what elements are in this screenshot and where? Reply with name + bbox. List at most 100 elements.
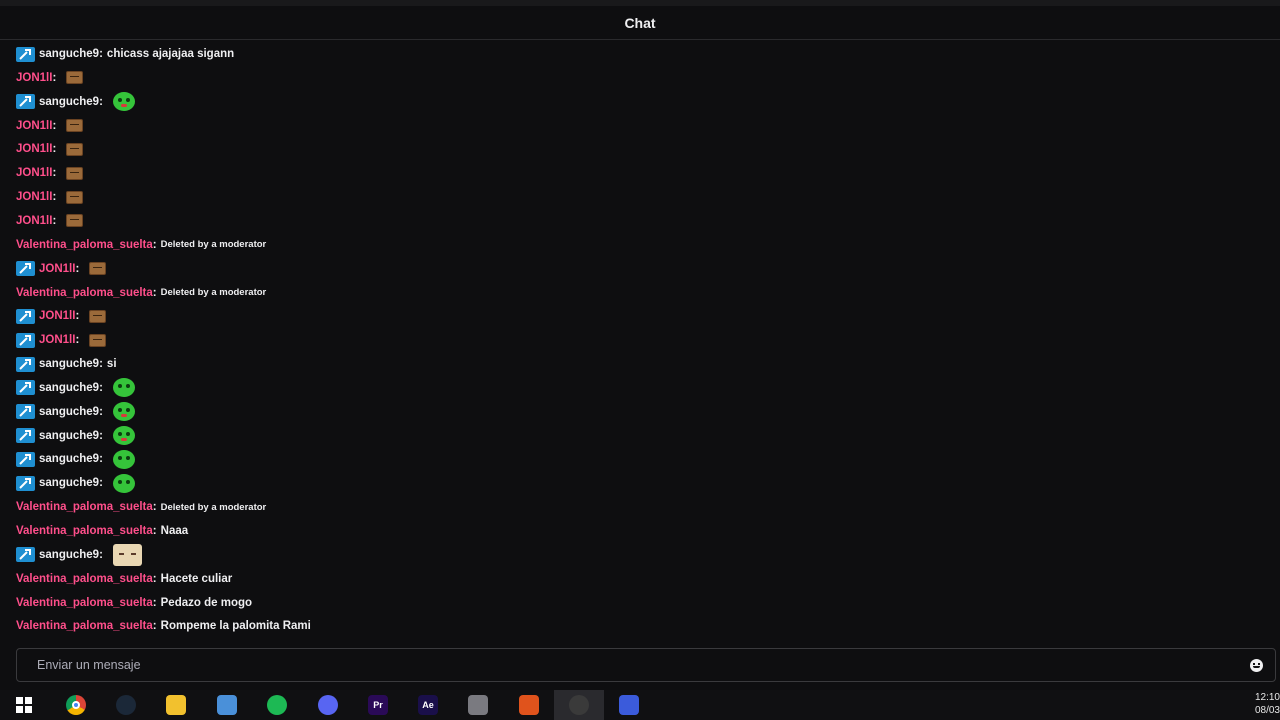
moderator-badge-icon[interactable] — [16, 332, 35, 348]
chat-username[interactable]: JON1lI — [16, 143, 52, 155]
chat-message: Valentina_paloma_suelta: Deleted by a mod… — [16, 234, 266, 256]
chat-header: Chat — [0, 6, 1280, 40]
deleted-message-notice: Deleted by a moderator — [160, 239, 267, 251]
chat-username[interactable]: Valentina_paloma_suelta — [16, 501, 153, 513]
chat-message: sanguche9: chicass ajajajaa sigann — [16, 43, 234, 65]
box-emote-icon[interactable] — [66, 142, 84, 156]
chat-username[interactable]: Valentina_paloma_suelta — [16, 620, 153, 632]
spotify-icon[interactable] — [267, 695, 287, 715]
frog-emote-icon[interactable] — [112, 473, 135, 493]
chat-colon: : — [152, 501, 157, 514]
chat-username[interactable]: sanguche9 — [39, 96, 99, 108]
chat-colon: : — [152, 620, 157, 633]
chat-colon: : — [52, 71, 57, 84]
chat-message-input[interactable] — [37, 658, 1227, 672]
chat-colon: : — [52, 167, 57, 180]
microphone-icon[interactable] — [519, 695, 539, 715]
chat-message: JON1lI: — [16, 210, 84, 232]
box-emote-icon[interactable] — [66, 119, 84, 133]
chat-message: Valentina_paloma_suelta: Pedazo de mogo — [16, 592, 252, 614]
chat-message: Valentina_paloma_suelta: Deleted by a mod… — [16, 282, 266, 304]
chat-username[interactable]: Valentina_paloma_suelta — [16, 287, 153, 299]
chat-colon: : — [99, 429, 103, 442]
chat-message-text: chicass ajajajaa sigann — [106, 48, 235, 60]
premiere-icon[interactable]: Pr — [368, 695, 388, 715]
chat-message: sanguche9: — [16, 425, 135, 447]
chat-username[interactable]: sanguche9 — [39, 453, 99, 465]
box-emote-icon[interactable] — [89, 309, 107, 323]
chat-username[interactable]: JON1lI — [16, 167, 52, 179]
chat-message: JON1lI: — [16, 115, 84, 137]
chat-message: Valentina_paloma_suelta: Rompeme la palom… — [16, 615, 311, 637]
chat-username[interactable]: Valentina_paloma_suelta — [16, 525, 153, 537]
chat-username[interactable]: JON1lI — [39, 310, 75, 322]
chat-username[interactable]: sanguche9 — [39, 358, 99, 370]
chat-colon: : — [99, 381, 103, 394]
chat-username[interactable]: Valentina_paloma_suelta — [16, 239, 153, 251]
chat-colon: : — [52, 191, 57, 204]
steam-icon[interactable] — [116, 695, 136, 715]
box-emote-icon[interactable] — [66, 190, 84, 204]
chat-message: sanguche9: — [16, 377, 135, 399]
chat-username[interactable]: JON1lI — [16, 120, 52, 132]
chat-message-text: si — [106, 358, 117, 371]
chat-username[interactable]: JON1lI — [39, 334, 75, 346]
chat-colon: : — [75, 262, 80, 275]
box-emote-icon[interactable] — [66, 166, 84, 180]
emote-picker-icon[interactable] — [1250, 659, 1263, 672]
chat-username[interactable]: JON1lI — [16, 72, 52, 84]
chat-username[interactable]: sanguche9 — [39, 406, 99, 418]
chat-username[interactable]: JON1lI — [16, 215, 52, 227]
moderator-badge-icon[interactable] — [16, 308, 35, 324]
moderator-badge-icon[interactable] — [16, 475, 35, 491]
chat-colon: : — [99, 405, 103, 418]
photos-icon[interactable] — [217, 695, 237, 715]
moderator-badge-icon[interactable] — [16, 451, 35, 467]
frog-emote-icon[interactable] — [112, 426, 135, 446]
chat-colon: : — [99, 358, 103, 371]
moderator-badge-icon[interactable] — [16, 547, 35, 563]
box-emote-icon[interactable] — [89, 333, 107, 347]
moderator-badge-icon[interactable] — [16, 428, 35, 444]
chat-message: JON1lI: — [16, 258, 107, 280]
windows-start-icon[interactable] — [14, 695, 34, 715]
chrome-icon[interactable] — [66, 695, 86, 715]
box-emote-icon[interactable] — [66, 71, 84, 85]
chat-username[interactable]: sanguche9 — [39, 430, 99, 442]
frog-emote-icon[interactable] — [112, 449, 135, 469]
after-effects-icon[interactable]: Ae — [418, 695, 438, 715]
file-explorer-icon[interactable] — [166, 695, 186, 715]
box-emote-icon[interactable] — [66, 214, 84, 228]
moderator-badge-icon[interactable] — [16, 404, 35, 420]
frog-emote-icon[interactable] — [112, 92, 135, 112]
chat-username[interactable]: sanguche9 — [39, 382, 99, 394]
settings-icon[interactable] — [468, 695, 488, 715]
chat-colon: : — [52, 143, 57, 156]
chat-message: JON1lI: — [16, 162, 84, 184]
chat-message: JON1lI: — [16, 186, 84, 208]
chat-username[interactable]: Valentina_paloma_suelta — [16, 597, 153, 609]
taskbar-clock[interactable]: 12:10 08/03 — [1246, 691, 1280, 717]
chat-username[interactable]: JON1lI — [16, 191, 52, 203]
frog-emote-icon[interactable] — [112, 378, 135, 398]
chat-username[interactable]: sanguche9 — [39, 477, 99, 489]
anime-emote-icon[interactable] — [112, 543, 142, 566]
moderator-badge-icon[interactable] — [16, 356, 35, 372]
moderator-badge-icon[interactable] — [16, 380, 35, 396]
obs-icon[interactable] — [569, 695, 589, 715]
chat-colon: : — [75, 310, 80, 323]
discord-icon[interactable] — [318, 695, 338, 715]
chat-username[interactable]: sanguche9 — [39, 48, 99, 60]
chat-input-container[interactable] — [16, 648, 1276, 682]
chat-message-list[interactable]: sanguche9: chicass ajajajaa sigann JON1lI:… — [0, 42, 1280, 642]
chat-username[interactable]: JON1lI — [39, 263, 75, 275]
frog-emote-icon[interactable] — [112, 402, 135, 422]
moderator-badge-icon[interactable] — [16, 46, 35, 62]
moderator-badge-icon[interactable] — [16, 94, 35, 110]
moderator-badge-icon[interactable] — [16, 261, 35, 277]
app-icon[interactable] — [619, 695, 639, 715]
chat-message: JON1lI: — [16, 329, 107, 351]
chat-username[interactable]: sanguche9 — [39, 549, 99, 561]
chat-username[interactable]: Valentina_paloma_suelta — [16, 573, 153, 585]
box-emote-icon[interactable] — [89, 262, 107, 276]
